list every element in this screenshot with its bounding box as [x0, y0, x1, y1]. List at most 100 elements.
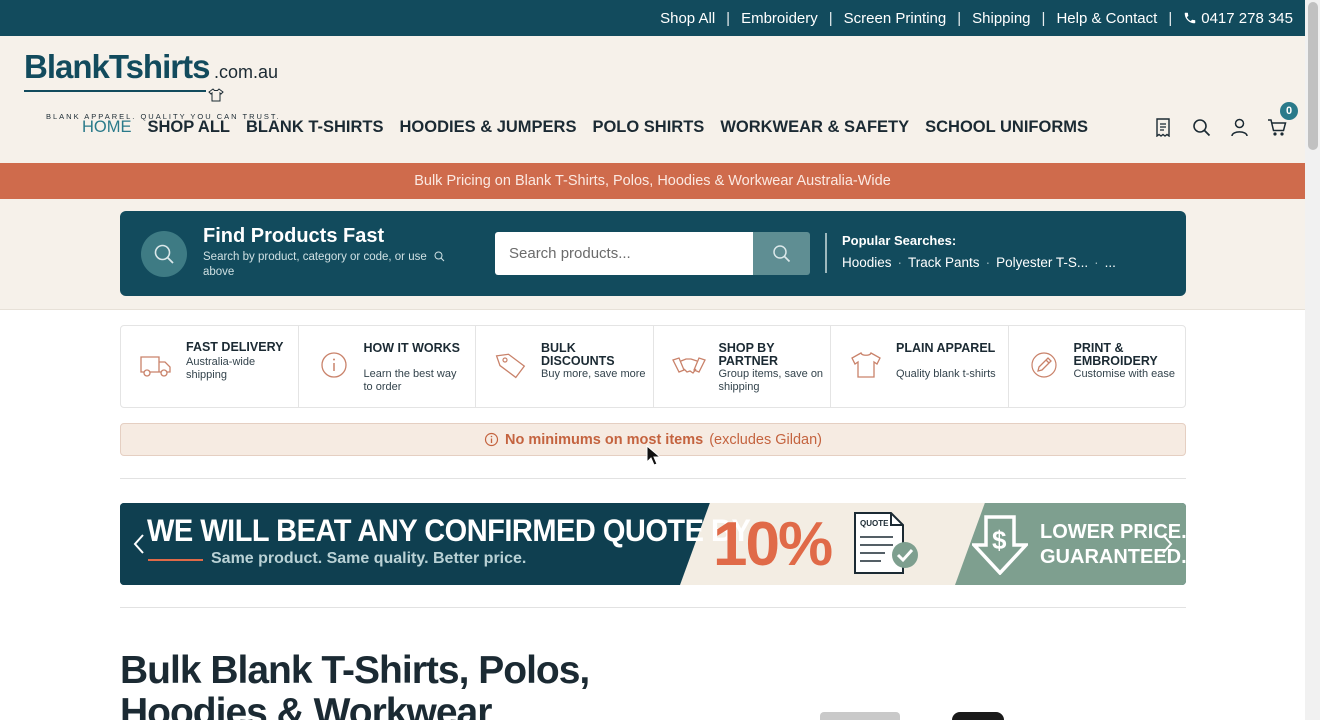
info-icon	[484, 432, 499, 447]
hero-product-image	[952, 712, 1004, 720]
popular-searches-title: Popular Searches:	[842, 233, 957, 248]
hero-product-image	[820, 712, 900, 720]
phone-icon	[1184, 12, 1196, 24]
nav-blank-t-shirts[interactable]: BLANK T-SHIRTS	[246, 118, 384, 137]
topbar-separator: |	[828, 9, 833, 27]
feature-shop-by-partner[interactable]: SHOP BY PARTNER Group items, save on shi…	[654, 326, 831, 407]
top-utility-bar: Shop All | Embroidery | Screen Printing …	[0, 0, 1305, 36]
feature-strip: FAST DELIVERY Australia-wide shipping HO…	[120, 325, 1186, 408]
nav-polo-shirts[interactable]: POLO SHIRTS	[592, 118, 704, 137]
info-icon	[320, 352, 347, 378]
feature-title: SHOP BY PARTNER	[718, 341, 779, 368]
popular-search-more[interactable]: ...	[1105, 255, 1116, 270]
svg-text:$: $	[992, 525, 1007, 555]
feature-bulk-discounts[interactable]: BULK DISCOUNTS Buy more, save more	[476, 326, 654, 407]
hero-title: Bulk Blank T-Shirts, Polos, Hoodies & Wo…	[120, 649, 590, 720]
truck-icon	[140, 356, 171, 377]
quote-label: QUOTE	[860, 519, 889, 528]
cart-icon[interactable]: 0	[1267, 102, 1298, 138]
banner-percent: 10%	[713, 510, 833, 579]
nav-home[interactable]: HOME	[82, 118, 132, 137]
search-mini-icon	[434, 251, 445, 262]
feature-title: HOW IT WORKS	[363, 341, 461, 355]
feature-desc: Customise with ease	[1073, 368, 1176, 380]
pen-icon	[1030, 352, 1057, 378]
feature-desc: Buy more, save more	[541, 368, 646, 380]
nav-workwear-safety[interactable]: WORKWEAR & SAFETY	[720, 118, 909, 137]
popular-search-hoodies[interactable]: Hoodies	[842, 255, 892, 270]
dollar-arrow-icon: $	[972, 515, 1028, 575]
user-icon[interactable]	[1229, 116, 1249, 138]
nav-school-uniforms[interactable]: SCHOOL UNIFORMS	[925, 118, 1088, 137]
feature-fast-delivery[interactable]: FAST DELIVERY Australia-wide shipping	[121, 326, 299, 407]
notice-strong-text: No minimums on most items	[504, 431, 704, 448]
feature-desc: Quality blank t-shirts	[896, 368, 996, 380]
notice-rest-text: (excludes Gildan)	[709, 431, 823, 448]
feature-plain-apparel[interactable]: PLAIN APPAREL Quality blank t-shirts	[831, 326, 1009, 407]
announcement-text: Bulk Pricing on Blank T-Shirts, Polos, H…	[414, 173, 891, 189]
quote-document-icon: QUOTE	[854, 512, 918, 574]
topbar-link-shop-all[interactable]: Shop All	[660, 10, 715, 27]
feature-title: PRINT & EMBROIDERY	[1073, 341, 1158, 368]
topbar-link-screen-printing[interactable]: Screen Printing	[844, 10, 947, 27]
mouse-cursor-icon	[646, 445, 662, 466]
search-submit-button[interactable]	[753, 232, 810, 275]
popular-separator: ·	[1094, 255, 1099, 270]
popular-separator: ·	[985, 255, 991, 270]
banner-prev-arrow[interactable]	[128, 531, 150, 557]
banner-headline: WE WILL BEAT ANY CONFIRMED QUOTE BY	[147, 513, 751, 549]
feature-title: PLAIN APPAREL	[896, 341, 996, 355]
site-header: BlankTshirts .com.au BLANK APPAREL. QUAL…	[0, 36, 1305, 163]
nav-shop-all[interactable]: SHOP ALL	[148, 118, 231, 137]
handshake-icon	[671, 357, 706, 374]
find-products-card: Find Products Fast Search by product, ca…	[120, 211, 1186, 296]
nav-hoodies-jumpers[interactable]: HOODIES & JUMPERS	[400, 118, 577, 137]
chevron-left-icon	[133, 534, 144, 554]
find-products-subtitle: Search by product, category or code, or …	[203, 250, 453, 280]
topbar-separator: |	[1041, 9, 1046, 27]
popular-searches-list: Hoodies · Track Pants · Polyester T-S...…	[842, 255, 1116, 270]
feature-desc: Learn the best way to order	[363, 368, 457, 393]
topbar-separator: |	[957, 9, 962, 27]
popular-search-polyester[interactable]: Polyester T-S...	[996, 255, 1088, 270]
feature-desc: Group items, save on shipping	[718, 368, 824, 393]
section-divider	[120, 478, 1186, 479]
tag-icon	[495, 353, 526, 379]
feature-how-it-works[interactable]: HOW IT WORKS Learn the best way to order	[299, 326, 476, 407]
subtitle-text: Search by product, category or code, or …	[203, 251, 427, 263]
topbar-separator: |	[1168, 9, 1173, 27]
search-divider	[825, 233, 827, 273]
search-icon[interactable]	[1191, 116, 1211, 138]
topbar-phone-link[interactable]: 0417 278 345	[1183, 10, 1293, 27]
price-beat-banner[interactable]: WE WILL BEAT ANY CONFIRMED QUOTE BY Same…	[120, 503, 1186, 585]
feature-title: BULK DISCOUNTS	[541, 341, 615, 368]
logo-brand: BlankTshirts	[24, 48, 210, 85]
feature-title: FAST DELIVERY	[186, 340, 284, 354]
topbar-separator: |	[726, 9, 731, 27]
logo-shirt-icon	[208, 88, 224, 102]
search-section: Find Products Fast Search by product, ca…	[0, 199, 1305, 310]
cart-count-badge: 0	[1280, 102, 1298, 120]
banner-accent-line	[148, 559, 203, 561]
popular-separator: ·	[897, 255, 903, 270]
banner-next-arrow[interactable]	[1156, 531, 1178, 557]
receipt-icon[interactable]	[1153, 116, 1173, 138]
find-products-title: Find Products Fast	[203, 225, 385, 247]
search-circle-icon	[141, 231, 187, 277]
site-logo[interactable]: BlankTshirts .com.au BLANK APPAREL. QUAL…	[24, 48, 286, 121]
feature-desc: Australia-wide shipping	[186, 356, 256, 381]
tshirt-icon	[851, 352, 881, 378]
subtitle-tail: above	[203, 266, 235, 278]
main-navigation: HOME SHOP ALL BLANK T-SHIRTS HOODIES & J…	[82, 118, 1088, 137]
topbar-link-embroidery[interactable]: Embroidery	[741, 10, 818, 27]
scrollbar-thumb[interactable]	[1308, 2, 1318, 150]
logo-domain: .com.au	[214, 62, 279, 82]
chevron-right-icon	[1162, 534, 1173, 554]
topbar-link-shipping[interactable]: Shipping	[972, 10, 1030, 27]
logo-underline	[24, 90, 206, 92]
product-search-input[interactable]	[495, 232, 753, 275]
popular-search-track-pants[interactable]: Track Pants	[908, 255, 980, 270]
banner-subline: Same product. Same quality. Better price…	[211, 550, 527, 567]
topbar-link-help-contact[interactable]: Help & Contact	[1056, 10, 1157, 27]
feature-print-embroidery[interactable]: PRINT & EMBROIDERY Customise with ease	[1009, 326, 1186, 407]
